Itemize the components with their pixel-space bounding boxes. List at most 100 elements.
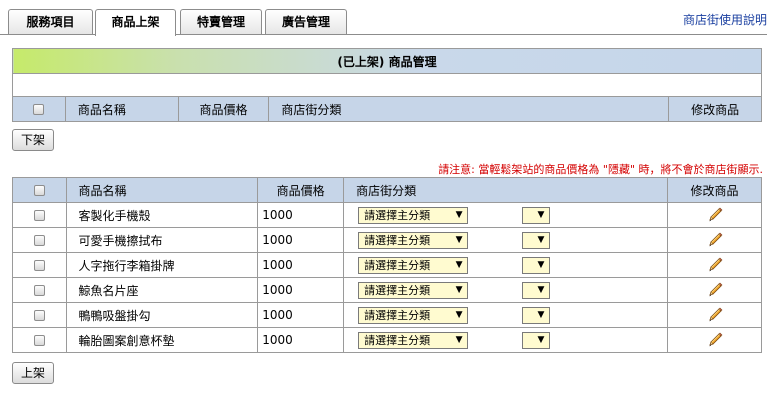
category-cell: 請選擇主分類 ▼ ▼ [343,327,669,353]
product-price: 1000 [257,252,345,278]
select-all-cell [12,96,66,122]
table-row: 可愛手機擦拭布 1000 請選擇主分類 ▼ ▼ [12,227,762,253]
chevron-down-icon: ▼ [532,257,549,273]
sub-category-select[interactable]: ▼ [521,256,550,274]
edit-cell [667,302,762,328]
edit-cell [667,252,762,278]
chevron-down-icon: ▼ [451,257,468,273]
tab-bar: 服務項目 商品上架 特賣管理 廣告管理 商店街使用說明 [0,0,767,36]
category-cell: 請選擇主分類 ▼ ▼ [343,277,669,303]
pencil-icon[interactable] [707,307,723,323]
chevron-down-icon: ▼ [451,207,468,223]
main-category-value: 請選擇主分類 [364,233,431,247]
table-row: 鴨鴨吸盤掛勾 1000 請選擇主分類 ▼ ▼ [12,302,762,328]
chevron-down-icon: ▼ [451,332,468,348]
select-all-cell [12,177,67,203]
category-cell: 請選擇主分類 ▼ ▼ [343,252,669,278]
select-all-checkbox[interactable] [33,104,45,115]
main-category-select[interactable]: 請選擇主分類 ▼ [358,231,469,249]
select-all-checkbox[interactable] [33,185,45,196]
sub-category-select[interactable]: ▼ [521,306,550,324]
row-check-cell [12,277,67,303]
product-name: 人字拖行李箱掛牌 [65,252,259,278]
row-checkbox[interactable] [33,335,45,346]
product-name: 輪胎圖案創意杯墊 [65,327,259,353]
col-product-price: 商品價格 [257,177,345,203]
edit-cell [667,277,762,303]
chevron-down-icon: ▼ [532,232,549,248]
tab-ad-management[interactable]: 廣告管理 [265,9,347,34]
listed-table-title: (已上架) 商品管理 [12,48,762,74]
chevron-down-icon: ▼ [451,232,468,248]
pencil-icon[interactable] [707,257,723,273]
listed-products-table: (已上架) 商品管理 商品名稱 商品價格 商店街分類 修改商品 [12,48,762,122]
main-category-value: 請選擇主分類 [364,258,431,272]
row-checkbox[interactable] [33,235,45,246]
col-edit-product: 修改商品 [668,96,762,122]
product-price: 1000 [257,202,345,228]
col-product-name: 商品名稱 [64,96,179,122]
unlisted-table-body: 客製化手機殼 1000 請選擇主分類 ▼ ▼ 可愛手機擦拭布 1000 請選擇主… [12,202,762,353]
main-category-select[interactable]: 請選擇主分類 ▼ [358,281,469,299]
main-category-select[interactable]: 請選擇主分類 ▼ [358,206,469,224]
main-category-select[interactable]: 請選擇主分類 ▼ [358,306,469,324]
row-check-cell [12,227,67,253]
chevron-down-icon: ▼ [451,282,468,298]
unlisted-table-header: 商品名稱 商品價格 商店街分類 修改商品 [12,177,762,203]
col-store-category: 商店街分類 [343,177,669,203]
row-check-cell [12,202,67,228]
product-price: 1000 [257,302,345,328]
main-category-select[interactable]: 請選擇主分類 ▼ [358,256,469,274]
chevron-down-icon: ▼ [451,307,468,323]
list-button[interactable]: 上架 [12,362,54,384]
row-checkbox[interactable] [33,260,45,271]
row-check-cell [12,327,67,353]
col-product-price: 商品價格 [177,96,270,122]
unlisted-products-table: 商品名稱 商品價格 商店街分類 修改商品 客製化手機殼 1000 請選擇主分類 … [12,177,762,353]
pencil-icon[interactable] [707,207,723,223]
product-price: 1000 [257,327,345,353]
pencil-icon[interactable] [707,332,723,348]
sub-category-select[interactable]: ▼ [521,331,550,349]
sub-category-select[interactable]: ▼ [521,281,550,299]
edit-cell [667,327,762,353]
help-link[interactable]: 商店街使用說明 [683,11,767,28]
chevron-down-icon: ▼ [532,282,549,298]
product-price: 1000 [257,277,345,303]
sub-category-select[interactable]: ▼ [521,206,550,224]
table-row: 客製化手機殼 1000 請選擇主分類 ▼ ▼ [12,202,762,228]
main-category-select[interactable]: 請選擇主分類 ▼ [358,331,469,349]
edit-cell [667,202,762,228]
row-checkbox[interactable] [33,285,45,296]
col-product-name: 商品名稱 [65,177,259,203]
tab-product-listing[interactable]: 商品上架 [95,9,176,36]
product-name: 可愛手機擦拭布 [65,227,259,253]
product-name: 鯨魚名片座 [65,277,259,303]
sub-category-select[interactable]: ▼ [521,231,550,249]
listed-table-empty-row [12,73,762,97]
row-checkbox[interactable] [33,310,45,321]
pencil-icon[interactable] [707,232,723,248]
product-name: 客製化手機殼 [65,202,259,228]
product-price: 1000 [257,227,345,253]
product-name: 鴨鴨吸盤掛勾 [65,302,259,328]
chevron-down-icon: ▼ [532,307,549,323]
main-category-value: 請選擇主分類 [364,283,431,297]
table-row: 人字拖行李箱掛牌 1000 請選擇主分類 ▼ ▼ [12,252,762,278]
delist-button[interactable]: 下架 [12,129,54,151]
col-store-category: 商店街分類 [268,96,670,122]
chevron-down-icon: ▼ [532,332,549,348]
pencil-icon[interactable] [707,282,723,298]
col-edit-product: 修改商品 [667,177,762,203]
category-cell: 請選擇主分類 ▼ ▼ [343,202,669,228]
tab-services[interactable]: 服務項目 [8,9,93,34]
row-check-cell [12,302,67,328]
row-check-cell [12,252,67,278]
edit-cell [667,227,762,253]
tab-special-sale[interactable]: 特賣管理 [180,9,262,34]
chevron-down-icon: ▼ [532,207,549,223]
main-category-value: 請選擇主分類 [364,333,431,347]
category-cell: 請選擇主分類 ▼ ▼ [343,227,669,253]
table-row: 鯨魚名片座 1000 請選擇主分類 ▼ ▼ [12,277,762,303]
row-checkbox[interactable] [33,210,45,221]
